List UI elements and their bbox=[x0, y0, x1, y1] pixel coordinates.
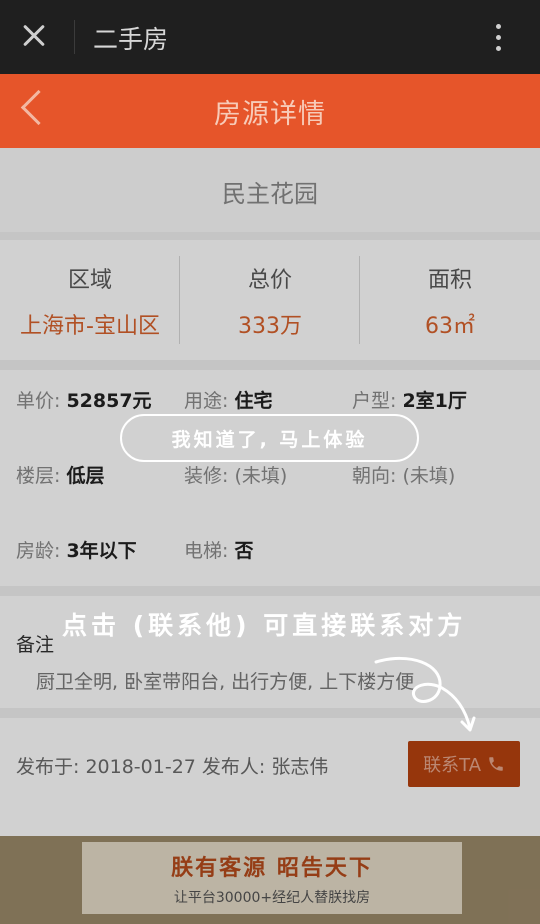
guide-overlay[interactable] bbox=[0, 148, 540, 924]
more-vertical-icon[interactable] bbox=[488, 22, 508, 54]
page-title: 房源详情 bbox=[214, 99, 326, 130]
close-icon[interactable] bbox=[18, 16, 58, 56]
topbar-title: 二手房 bbox=[93, 25, 169, 54]
guide-tip: 点击 (联系他) 可直接联系对方 bbox=[62, 611, 467, 640]
topbar-divider bbox=[74, 20, 75, 54]
top-app-bar bbox=[0, 0, 540, 74]
acknowledge-button[interactable]: 我知道了, 马上体验 bbox=[120, 414, 419, 462]
arrow-curve-icon bbox=[374, 657, 476, 732]
